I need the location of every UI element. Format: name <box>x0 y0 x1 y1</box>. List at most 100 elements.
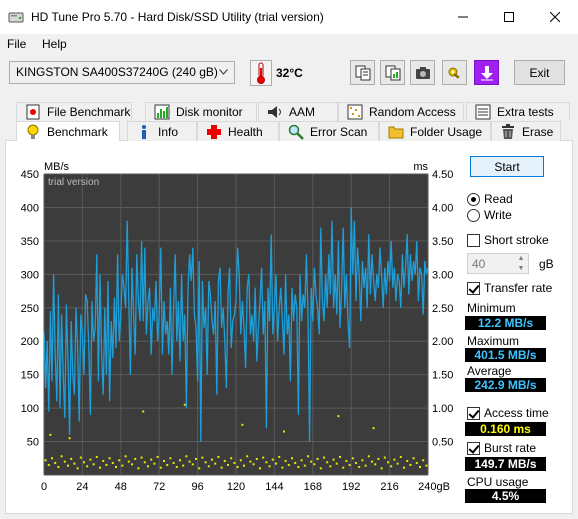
spin-down-icon[interactable]: ▼ <box>514 264 528 273</box>
chevron-down-icon <box>219 69 228 75</box>
write-label: Write <box>484 208 512 222</box>
access-time-point <box>79 456 82 459</box>
y-tick-right: 2.00 <box>432 336 453 348</box>
tab-benchmark[interactable]: Benchmark <box>16 121 120 141</box>
access-time-point <box>300 459 303 462</box>
access-time-point <box>108 457 111 460</box>
access-time-point <box>175 465 178 468</box>
close-icon <box>550 12 560 22</box>
y-tick-left: 150 <box>21 370 39 382</box>
copy-info-button[interactable] <box>350 60 375 85</box>
minimize-button[interactable] <box>440 0 486 34</box>
tab-erase[interactable]: Erase <box>491 121 561 141</box>
drive-select[interactable]: KINGSTON SA400S37240G (240 gB) <box>9 61 235 84</box>
tab-aam[interactable]: AAM <box>258 102 338 121</box>
transfer-rate-checkbox[interactable] <box>467 282 480 295</box>
access-time-point <box>335 462 338 465</box>
close-button[interactable] <box>532 0 578 34</box>
short-stroke-checkbox[interactable] <box>467 234 480 247</box>
menu-file[interactable]: File <box>7 37 26 51</box>
download-arrow-icon <box>480 65 493 80</box>
tab-health[interactable]: Health <box>197 121 279 141</box>
access-time-point <box>316 457 319 460</box>
access-time-point <box>182 464 185 467</box>
start-button[interactable]: Start <box>470 156 544 177</box>
access-time-point <box>134 457 137 460</box>
access-time-point <box>412 457 415 460</box>
y-tick-right: 4.00 <box>432 202 453 214</box>
tab-random-access[interactable]: Random Access <box>338 102 464 121</box>
access-time-value: 0.160 ms <box>465 422 546 436</box>
write-radio[interactable] <box>467 209 480 222</box>
tab-extra-tests[interactable]: Extra tests <box>466 102 570 121</box>
start-button-label: Start <box>494 159 520 174</box>
access-time-point <box>204 461 207 464</box>
tab-info[interactable]: Info <box>127 121 197 141</box>
access-time-point <box>131 463 133 466</box>
tab-disk-monitor[interactable]: Disk monitor <box>145 102 257 121</box>
access-time-point <box>163 459 165 462</box>
access-time-point <box>259 467 261 470</box>
access-time-point <box>246 455 249 458</box>
tab-folder-usage-label: Folder Usage <box>410 124 483 139</box>
access-time-point <box>332 458 335 461</box>
access-time-point <box>422 459 425 462</box>
access-time-point <box>326 461 329 464</box>
y-tick-left: 350 <box>21 236 39 248</box>
access-time-checkbox[interactable] <box>467 407 480 420</box>
disk-monitor-icon <box>154 104 170 120</box>
minimize-icon <box>458 16 468 18</box>
tab-random-access-label: Random Access <box>369 105 456 119</box>
options-button[interactable] <box>442 60 467 85</box>
burst-rate-label: Burst rate <box>484 441 537 455</box>
tab-benchmark-label: Benchmark <box>47 124 108 139</box>
access-time-point <box>183 403 186 406</box>
spin-up-icon[interactable]: ▲ <box>514 254 528 263</box>
y-tick-right: 4.50 <box>432 169 453 181</box>
short-stroke-unit: gB <box>539 257 554 271</box>
access-time-point <box>313 463 316 466</box>
save-button[interactable] <box>474 60 499 85</box>
tab-error-scan[interactable]: Error Scan <box>279 121 379 141</box>
access-time-point <box>223 459 226 462</box>
access-time-point <box>358 465 361 468</box>
access-time-point <box>339 455 341 458</box>
copy-screenshot-button[interactable] <box>380 60 405 85</box>
folder-icon <box>388 124 404 140</box>
access-time-point <box>372 427 375 430</box>
short-stroke-spinner[interactable]: 40 ▲ ▼ <box>467 253 529 274</box>
burst-rate-checkbox[interactable] <box>467 442 480 455</box>
access-time-point <box>278 455 281 458</box>
short-stroke-value: 40 <box>472 257 486 271</box>
access-time-point <box>319 467 322 470</box>
tab-extra-tests-label: Extra tests <box>497 105 554 119</box>
copy-chart-icon <box>385 65 400 80</box>
access-time-point <box>201 456 204 459</box>
trash-icon <box>500 123 516 140</box>
access-time-point <box>220 466 223 469</box>
access-time-point <box>143 461 146 464</box>
x-tick: 72 <box>153 481 165 493</box>
tab-file-benchmark[interactable]: File Benchmark <box>16 102 132 121</box>
menu-help[interactable]: Help <box>42 37 67 51</box>
screenshot-button[interactable] <box>410 60 435 85</box>
exit-button[interactable]: Exit <box>514 60 565 85</box>
cpu-usage-label: CPU usage <box>467 475 529 489</box>
access-time-point <box>396 462 399 465</box>
access-time-point <box>291 457 293 460</box>
access-time-point <box>275 462 277 465</box>
access-time-point <box>191 463 194 466</box>
tab-folder-usage[interactable]: Folder Usage <box>379 121 491 141</box>
read-radio[interactable] <box>467 193 480 206</box>
access-time-point <box>294 461 297 464</box>
menu-bar: File Help <box>0 34 578 54</box>
access-time-point <box>390 465 393 468</box>
burst-rate-value: 149.7 MB/s <box>465 457 546 471</box>
y-tick-right: 2.50 <box>432 303 453 315</box>
maximize-button[interactable] <box>486 0 532 34</box>
access-time-point <box>179 459 181 462</box>
y-tick-left: 450 <box>21 169 39 181</box>
temperature-button[interactable] <box>250 60 272 86</box>
access-time-point <box>271 458 274 461</box>
x-tick: 192 <box>342 481 360 493</box>
